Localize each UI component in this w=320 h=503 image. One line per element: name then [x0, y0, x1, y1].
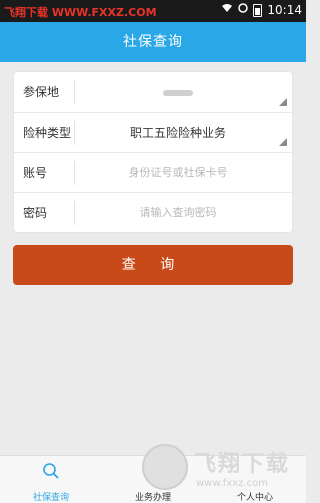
status-time: 10:14: [267, 3, 302, 17]
query-form: 参保地 险种类型 职工五险险种业务 账号 身份证号或社保卡号 密码 请输入查询密…: [13, 71, 294, 233]
insured-location-select[interactable]: [76, 72, 280, 112]
watermark-emblem-icon: [142, 444, 188, 490]
tab-social-security-query[interactable]: 社保查询: [0, 456, 102, 503]
password-row[interactable]: 密码 请输入查询密码: [14, 192, 294, 232]
divider: [74, 121, 75, 145]
status-icons: 10:14: [221, 3, 302, 17]
divider: [74, 201, 75, 225]
divider: [74, 161, 75, 185]
redacted-value: [163, 89, 193, 96]
insurance-type-select[interactable]: 职工五险险种业务: [76, 113, 280, 153]
watermark-text: 飞翔下载 WWW.FXXZ.COM: [4, 6, 157, 19]
insurance-type-label: 险种类型: [23, 126, 72, 140]
watermark-brand: 飞翔下载: [194, 452, 291, 477]
insurance-type-row[interactable]: 险种类型 职工五险险种业务: [14, 112, 294, 152]
query-button[interactable]: 查 询: [13, 245, 293, 285]
account-row[interactable]: 账号 身份证号或社保卡号: [14, 152, 294, 192]
insured-location-row[interactable]: 参保地: [14, 72, 294, 112]
tab-label: 社保查询: [32, 493, 69, 503]
watermark-url: www.fxxz.com: [196, 478, 268, 489]
page-title: 社保查询: [0, 22, 306, 62]
password-input[interactable]: 请输入查询密码: [76, 193, 280, 233]
watermark-logo: 飞翔下载 www.fxxz.com: [138, 436, 304, 496]
password-label: 密码: [23, 206, 48, 220]
account-input[interactable]: 身份证号或社保卡号: [76, 153, 280, 193]
search-icon: [42, 462, 60, 480]
status-bar: 飞翔下载 WWW.FXXZ.COM 10:14: [0, 0, 306, 22]
divider: [74, 80, 75, 104]
account-label: 账号: [23, 166, 48, 180]
dropdown-corner-icon: [279, 138, 287, 146]
dropdown-corner-icon: [279, 98, 287, 106]
insured-location-label: 参保地: [23, 85, 60, 99]
alarm-icon: [238, 3, 249, 17]
battery-icon: [253, 3, 263, 17]
wifi-icon: [221, 3, 233, 17]
